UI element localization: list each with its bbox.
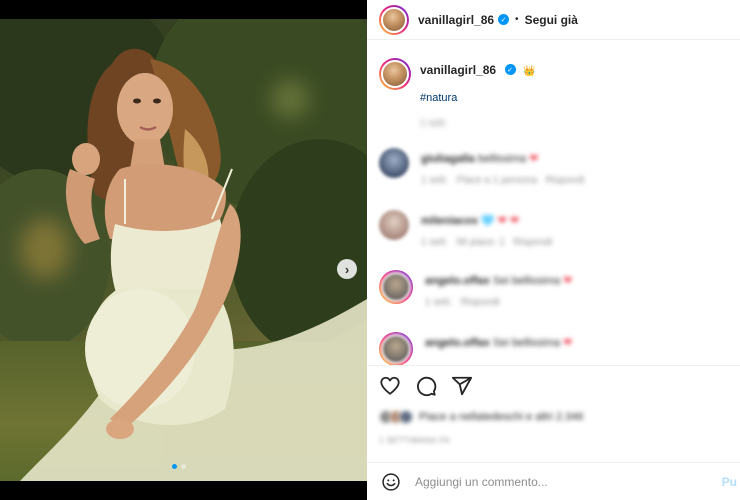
chevron-right-icon: › bbox=[344, 261, 350, 277]
verified-badge-icon: ✓ bbox=[498, 14, 510, 25]
caption-username[interactable]: vanillagirl_86 bbox=[420, 63, 496, 77]
publish-button[interactable]: Pu bbox=[722, 475, 737, 489]
comment-item: angelo.offax Sei bellissima ❤ bbox=[379, 332, 729, 366]
verified-badge-icon: ✓ bbox=[504, 64, 516, 76]
carousel-dot bbox=[181, 464, 186, 469]
smiley-icon[interactable] bbox=[381, 472, 401, 492]
share-icon[interactable] bbox=[451, 375, 473, 397]
comment-text: Sei bellissima bbox=[492, 337, 561, 349]
reply-link[interactable]: Rispondi bbox=[461, 297, 500, 308]
commenter-avatar[interactable] bbox=[379, 210, 409, 240]
commenter-avatar[interactable] bbox=[379, 332, 413, 366]
comment-text: Sei bellissima bbox=[492, 275, 561, 287]
comment-item: mileniacos 🩵 ❤ ❤ 1 sett. Mi piace: 1 Ris… bbox=[379, 210, 729, 248]
comment-emoji: ❤ bbox=[529, 153, 539, 165]
commenter-username[interactable]: giuliagalla bbox=[421, 153, 475, 165]
author-avatar[interactable] bbox=[379, 4, 409, 35]
comment-input[interactable] bbox=[415, 474, 705, 489]
comment-text: bellissima bbox=[477, 153, 527, 165]
comment-emoji: ❤ bbox=[563, 337, 573, 349]
header-separator: • bbox=[515, 14, 519, 25]
comment-time: 1 sett. bbox=[425, 297, 453, 308]
comment-likes[interactable]: Piace a 1 persona bbox=[457, 175, 538, 186]
carousel-dots bbox=[172, 464, 186, 469]
reply-link[interactable]: Rispondi bbox=[546, 175, 585, 186]
post-photo[interactable]: › bbox=[0, 19, 367, 481]
follow-status-button[interactable]: Segui già bbox=[525, 13, 578, 27]
woman-in-white-dress bbox=[20, 48, 367, 481]
comment-item: giuliagalla bellissima ❤ 1 sett. Piace a… bbox=[379, 148, 729, 186]
commenter-avatar[interactable] bbox=[379, 148, 409, 178]
liker-avatar bbox=[399, 410, 413, 424]
comment-likes[interactable]: Mi piace: 1 bbox=[457, 237, 505, 248]
comment-emoji: 🩵 ❤ ❤ bbox=[480, 215, 520, 227]
comment-emoji: ❤ bbox=[563, 275, 573, 287]
post-date: 1 SETTIMANA FA bbox=[379, 436, 451, 445]
next-slide-button[interactable]: › bbox=[337, 259, 357, 279]
post-caption: vanillagirl_86 ✓ 👑 #natura 1 sett. bbox=[379, 58, 729, 129]
commenter-avatar[interactable] bbox=[379, 270, 413, 304]
comment-item: angelo.offax Sei bellissima ❤ 1 sett. Ri… bbox=[379, 270, 729, 308]
bottom-black-bar bbox=[0, 481, 367, 500]
commenter-username[interactable]: angelo.offax bbox=[425, 337, 490, 349]
hashtag-link[interactable]: #natura bbox=[420, 92, 535, 104]
comment-time: 1 sett. bbox=[421, 175, 449, 186]
post-header: vanillagirl_86 ✓ • Segui già bbox=[367, 0, 740, 40]
likes-text: Piace a nellatedeschi e altri 2.346 bbox=[419, 411, 584, 423]
commenter-username[interactable]: mileniacos bbox=[421, 215, 478, 227]
heart-icon[interactable] bbox=[379, 375, 401, 397]
caption-emoji: 👑 bbox=[522, 66, 536, 77]
reply-link[interactable]: Rispondi bbox=[513, 237, 552, 248]
comment-time: 1 sett. bbox=[421, 237, 449, 248]
caption-avatar[interactable] bbox=[379, 58, 411, 90]
post-actions bbox=[379, 374, 473, 398]
post-side-panel: vanillagirl_86 ✓ • Segui già vanillagirl… bbox=[367, 0, 740, 500]
comment-icon[interactable] bbox=[415, 375, 437, 397]
carousel-dot-active bbox=[172, 464, 177, 469]
comment-composer: Pu bbox=[367, 462, 740, 500]
likes-summary[interactable]: Piace a nellatedeschi e altri 2.346 bbox=[379, 410, 584, 424]
author-username[interactable]: vanillagirl_86 bbox=[418, 13, 494, 27]
commenter-username[interactable]: angelo.offax bbox=[425, 275, 490, 287]
actions-divider bbox=[367, 365, 740, 366]
caption-timestamp: 1 sett. bbox=[420, 118, 448, 129]
